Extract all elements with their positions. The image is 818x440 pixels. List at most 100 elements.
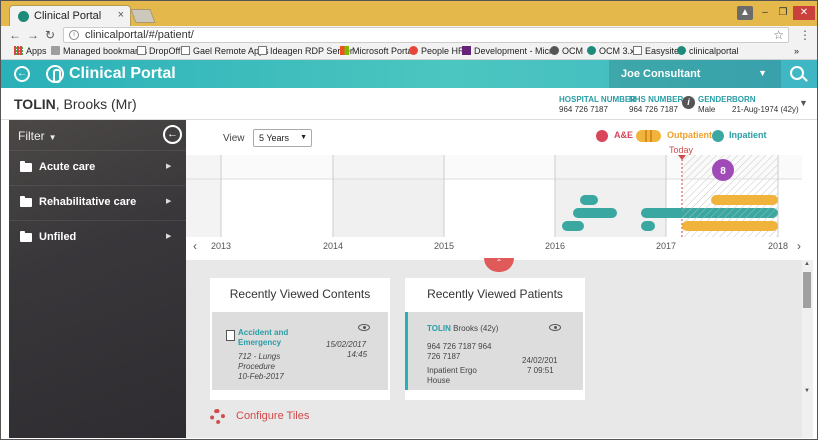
year-label: 2013 <box>211 241 232 251</box>
legend-outpatient: Outpatient <box>667 130 712 140</box>
sidebar-item-rehabilitative-care[interactable]: Rehabilitative care ▶ <box>9 185 186 219</box>
legend-ae: A&E <box>614 130 634 140</box>
bookmark-gael[interactable]: Gael Remote Apps <box>181 46 269 56</box>
new-tab-button[interactable] <box>130 9 156 23</box>
site-info-icon[interactable]: i <box>69 30 79 40</box>
folder-icon <box>20 231 32 242</box>
page-icon <box>181 46 190 55</box>
visual-studio-icon <box>462 46 471 55</box>
tile-title: Recently Viewed Patients <box>427 287 563 301</box>
view-label: View <box>223 133 245 144</box>
chevron-right-icon: ▶ <box>166 233 172 240</box>
page-icon <box>633 46 642 55</box>
timeline-prev-icon[interactable]: ‹ <box>193 239 197 253</box>
bookmark-managed[interactable]: Managed bookmarks <box>51 46 147 56</box>
user-menu[interactable]: Joe Consultant ▼ <box>609 60 781 88</box>
info-icon[interactable]: i <box>682 96 695 109</box>
selected-indicator <box>405 312 408 390</box>
browser-tab[interactable]: Clinical Portal × <box>9 5 131 26</box>
reload-icon[interactable]: ↻ <box>45 28 55 42</box>
content-title-link[interactable]: Accident and Emergency <box>238 328 308 348</box>
restore-icon[interactable]: ❐ <box>775 6 791 20</box>
browser-menu-icon[interactable]: ⋮ <box>799 28 811 42</box>
folder-icon <box>20 196 32 207</box>
document-icon <box>226 330 235 341</box>
filter-dropdown[interactable]: Filter ▼ <box>18 129 57 143</box>
sidebar-item-unfiled[interactable]: Unfiled ▶ <box>9 220 186 254</box>
back-circle-icon[interactable]: ← <box>14 66 30 82</box>
microsoft-icon <box>340 46 349 55</box>
folder-icon <box>51 46 60 55</box>
bookmark-ideagen[interactable]: Ideagen RDP Server <box>258 46 353 56</box>
bookmark-microsoft[interactable]: Microsoft Portal <box>340 46 415 56</box>
address-bar: ← → ↻ i clinicalportal/#/patient/ ☆ ⋮ <box>1 26 817 44</box>
patient-name: TOLIN, Brooks (Mr) <box>14 96 137 112</box>
collapse-sidebar-icon[interactable]: ← <box>163 125 182 144</box>
page-icon <box>137 46 146 55</box>
born: BORN 21-Aug-1974 (42y) <box>732 95 799 114</box>
url-input[interactable]: i clinicalportal/#/patient/ ☆ <box>63 27 789 43</box>
browser-window: Clinical Portal × ▲ – ❐ ✕ ← → ↻ i clinic… <box>0 0 818 440</box>
year-label: 2014 <box>323 241 344 251</box>
forward-arrow-icon[interactable]: → <box>27 28 39 42</box>
bookmark-clinicalportal[interactable]: clinicalportal <box>677 46 739 56</box>
bookmarks-overflow[interactable]: » <box>794 46 799 56</box>
timeline-chart[interactable]: 8 <box>186 155 802 237</box>
window-close-icon[interactable]: ✕ <box>793 6 815 20</box>
gear-icon <box>210 409 225 424</box>
chevron-right-icon: ▶ <box>166 163 172 170</box>
viewed-eye-icon <box>549 324 561 331</box>
configure-tiles-button[interactable]: Configure Tiles <box>210 409 350 425</box>
ocm-icon <box>550 46 559 55</box>
folder-icon <box>20 161 32 172</box>
bookmark-dropoff[interactable]: DropOff <box>137 46 180 56</box>
scroll-up-icon[interactable]: ▲ <box>804 261 810 267</box>
year-label: 2015 <box>434 241 455 251</box>
year-label: 2017 <box>656 241 677 251</box>
bookmark-ocm3[interactable]: OCM 3.x <box>587 46 635 56</box>
patient-banner: TOLIN, Brooks (Mr) HOSPITAL NUMBER 964 7… <box>1 88 817 120</box>
scroll-down-icon[interactable]: ▼ <box>804 388 810 394</box>
timeline-next-icon[interactable]: › <box>797 239 801 253</box>
year-label: 2018 <box>768 241 789 251</box>
hospital-number: HOSPITAL NUMBER 964 726 7187 <box>559 95 637 114</box>
caret-down-icon: ▼ <box>48 133 57 142</box>
legend-inpatient: Inpatient <box>729 130 767 140</box>
outpatient-legend-icon <box>636 130 661 142</box>
app-title: Clinical Portal <box>69 65 176 82</box>
banner-expand-icon[interactable]: ▼ <box>799 98 808 108</box>
url-text: clinicalportal/#/patient/ <box>85 29 194 41</box>
app-header: ← Clinical Portal Joe Consultant ▼ <box>1 60 817 88</box>
back-arrow-icon[interactable]: ← <box>9 28 21 42</box>
view-select[interactable]: 5 Years ▼ <box>253 129 312 147</box>
tab-close-icon[interactable]: × <box>118 9 124 21</box>
recent-patients-tile: Recently Viewed Patients TOLIN Brooks (4… <box>405 278 585 400</box>
recent-patient-name[interactable]: TOLIN Brooks (42y) <box>427 324 498 334</box>
today-label: Today <box>669 145 694 155</box>
inpatient-legend-icon <box>712 130 724 142</box>
bookmark-development[interactable]: Development - Micro <box>462 46 557 56</box>
clinical-portal-icon <box>677 46 686 55</box>
bookmark-star-icon[interactable]: ☆ <box>773 28 784 42</box>
page-icon <box>258 46 267 55</box>
scroll-thumb[interactable] <box>803 272 811 308</box>
caret-down-icon: ▼ <box>300 134 307 141</box>
apps-grid-icon <box>14 46 23 55</box>
bookmark-peoplehr[interactable]: People HR <box>409 46 465 56</box>
sidebar-item-acute-care[interactable]: Acute care ▶ <box>9 150 186 184</box>
recent-patient-item[interactable]: TOLIN Brooks (42y) 964 726 7187 964 726 … <box>407 312 583 390</box>
bookmarks-bar: Apps Managed bookmarks DropOff Gael Remo… <box>1 44 817 60</box>
recent-content-item[interactable]: Accident and Emergency 712 - Lungs Proce… <box>212 312 388 390</box>
bookmark-apps[interactable]: Apps <box>14 46 47 56</box>
tiles-scrollbar[interactable]: ▲ ▼ <box>802 260 813 438</box>
bookmark-ocm[interactable]: OCM <box>550 46 583 56</box>
browser-tab-title: Clinical Portal <box>34 10 102 22</box>
minimize-icon[interactable]: – <box>757 6 773 20</box>
profile-icon[interactable]: ▲ <box>737 6 753 20</box>
chevron-right-icon: ▶ <box>166 198 172 205</box>
bookmark-easysite[interactable]: Easysite <box>633 46 679 56</box>
browser-tab-strip: Clinical Portal × ▲ – ❐ ✕ <box>1 1 817 26</box>
recent-contents-tile: Recently Viewed Contents Accident and Em… <box>210 278 390 400</box>
search-icon[interactable] <box>790 66 804 80</box>
filter-sidebar: Filter ▼ ← Acute care ▶ Rehabilitative ca… <box>9 120 186 438</box>
